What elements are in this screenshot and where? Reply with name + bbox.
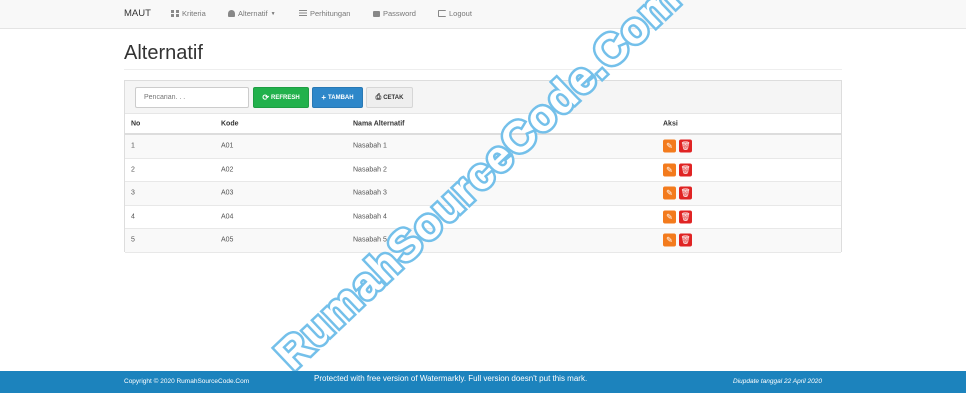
edit-icon[interactable]: ✎	[663, 186, 676, 200]
header-no: No	[131, 120, 141, 128]
add-label: TAMBAH	[328, 94, 354, 101]
title-divider	[124, 69, 842, 70]
print-icon: ⎙	[375, 94, 382, 101]
trash-icon[interactable]: 🗑	[679, 186, 692, 200]
edit-icon[interactable]: ✎	[663, 210, 676, 224]
nav-password-label: Password	[383, 9, 416, 18]
panel-toolbar: ⟳ REFRESH + TAMBAH ⎙ CETAK	[125, 81, 841, 114]
trash-icon[interactable]: 🗑	[679, 233, 692, 247]
cell-kode: A02	[221, 166, 234, 174]
cell-no: 2	[131, 166, 135, 174]
page-title: Alternatif	[124, 42, 203, 64]
trash-icon[interactable]: 🗑	[679, 210, 692, 224]
edit-icon[interactable]: ✎	[663, 233, 676, 247]
trash-icon[interactable]: 🗑	[679, 139, 692, 153]
cell-nama: Nasabah 4	[353, 213, 387, 221]
footer-watermark-notice: Protected with free version of Watermark…	[314, 374, 588, 383]
nav-kriteria-label: Kriteria	[182, 9, 206, 18]
table-header-row: No Kode Nama Alternatif Aksi	[125, 115, 841, 135]
search-input[interactable]	[135, 87, 249, 108]
grid-icon	[171, 10, 179, 17]
nav-perhitungan-label: Perhitungan	[310, 9, 351, 18]
lock-icon	[373, 10, 380, 17]
trash-icon[interactable]: 🗑	[679, 163, 692, 177]
refresh-button[interactable]: ⟳ REFRESH	[253, 87, 309, 108]
footer-updated: Diupdate tanggal 22 April 2020	[733, 378, 823, 385]
alternatif-panel: ⟳ REFRESH + TAMBAH ⎙ CETAK No Kode Nama …	[124, 80, 842, 253]
nav-kriteria[interactable]: Kriteria	[171, 9, 206, 18]
nav-password[interactable]: Password	[373, 9, 416, 18]
header-aksi: Aksi	[663, 120, 678, 128]
cell-no: 5	[131, 236, 135, 244]
nav-logout-label: Logout	[449, 9, 472, 18]
list-icon	[299, 10, 307, 17]
cell-nama: Nasabah 3	[353, 189, 387, 197]
table-row: 3 A03 Nasabah 3 ✎ 🗑	[125, 182, 841, 206]
cell-nama: Nasabah 5	[353, 236, 387, 244]
edit-icon[interactable]: ✎	[663, 163, 676, 177]
header-nama: Nama Alternatif	[353, 120, 405, 128]
user-icon	[228, 10, 235, 17]
add-button[interactable]: + TAMBAH	[312, 87, 363, 108]
plus-icon: +	[321, 92, 327, 102]
nav-logout[interactable]: Logout	[438, 9, 472, 18]
nav-perhitungan[interactable]: Perhitungan	[299, 9, 350, 18]
brand-link[interactable]: MAUT	[124, 8, 151, 19]
table-row: 1 A01 Nasabah 1 ✎ 🗑	[125, 135, 841, 159]
nav-alternatif-label: Alternatif	[238, 9, 268, 18]
cell-kode: A04	[221, 213, 234, 221]
refresh-label: REFRESH	[271, 94, 300, 101]
cell-kode: A03	[221, 189, 234, 197]
footer-bar: Copyright © 2020 RumahSourceCode.Com Pro…	[0, 371, 966, 393]
top-navbar: MAUT Kriteria Alternatif ▼ Perhitungan P…	[0, 0, 966, 29]
table-row: 5 A05 Nasabah 5 ✎ 🗑	[125, 229, 841, 253]
cell-no: 4	[131, 213, 135, 221]
cell-no: 3	[131, 189, 135, 197]
caret-down-icon: ▼	[270, 10, 276, 17]
cell-nama: Nasabah 1	[353, 142, 387, 150]
refresh-icon: ⟳	[262, 92, 270, 102]
alternatif-table: No Kode Nama Alternatif Aksi 1 A01 Nasab…	[125, 115, 841, 253]
cell-no: 1	[131, 142, 135, 150]
cell-kode: A05	[221, 236, 234, 244]
table-row: 4 A04 Nasabah 4 ✎ 🗑	[125, 206, 841, 229]
footer-copyright: Copyright © 2020 RumahSourceCode.Com	[124, 378, 250, 385]
edit-icon[interactable]: ✎	[663, 139, 676, 153]
cell-kode: A01	[221, 142, 234, 150]
table-row: 2 A02 Nasabah 2 ✎ 🗑	[125, 159, 841, 182]
print-label: CETAK	[383, 94, 404, 101]
nav-alternatif-dropdown[interactable]: Alternatif ▼	[228, 9, 276, 18]
header-kode: Kode	[221, 120, 239, 128]
cell-nama: Nasabah 2	[353, 166, 387, 174]
logout-icon	[438, 10, 446, 17]
print-button[interactable]: ⎙ CETAK	[366, 87, 413, 108]
